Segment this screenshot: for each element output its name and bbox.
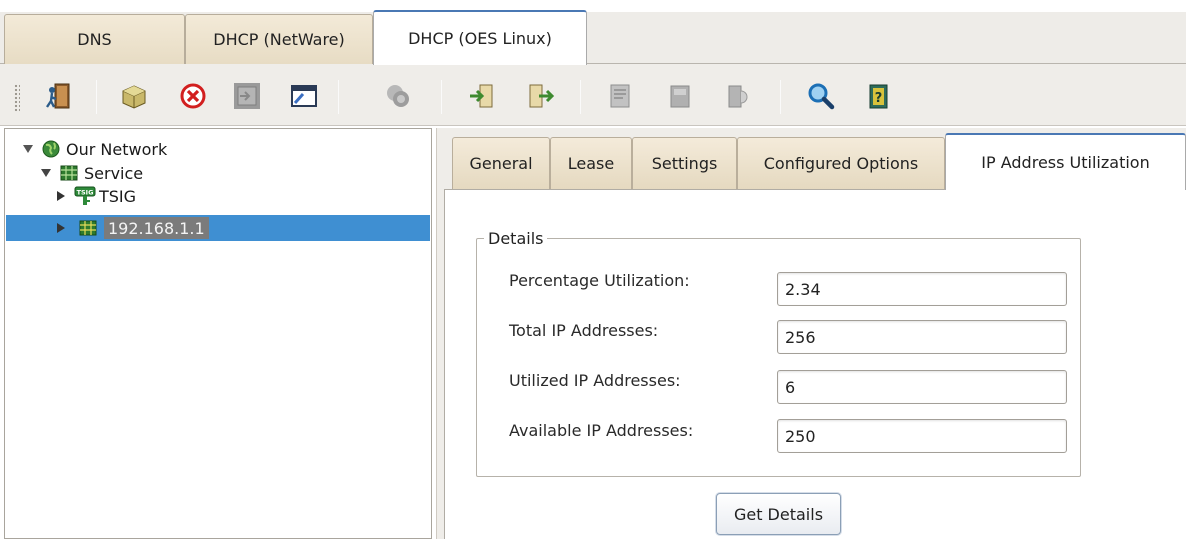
search-icon[interactable] [805, 80, 837, 112]
tab-general[interactable]: General [452, 137, 550, 189]
utilized-ip-addresses-field[interactable]: 6 [777, 370, 1067, 404]
expand-toggle-icon[interactable] [57, 191, 65, 201]
utilized-ip-addresses-label: Utilized IP Addresses: [509, 371, 681, 390]
import-icon[interactable] [231, 80, 263, 112]
tree-node-our-network[interactable]: Our Network [23, 137, 167, 161]
tab-configured-options[interactable]: Configured Options [737, 137, 945, 189]
tree-node-subnet[interactable]: 192.168.1.1 [57, 216, 209, 240]
subnet-icon [79, 220, 97, 236]
top-tab-bar: DNS DHCP (NetWare) DHCP (OES Linux) [0, 0, 1186, 65]
move-out-icon[interactable] [524, 80, 556, 112]
tree-node-service[interactable]: Service [41, 161, 143, 185]
svg-text:?: ? [875, 91, 883, 106]
globe-icon [42, 140, 60, 158]
toolbar-separator [441, 80, 442, 114]
get-details-button[interactable]: Get Details [716, 493, 841, 535]
network-tree: Our Network Service TSIG TSIG 192.168.1.… [4, 128, 432, 539]
available-ip-addresses-label: Available IP Addresses: [509, 421, 694, 440]
move-in-icon[interactable] [466, 80, 498, 112]
tab-settings[interactable]: Settings [632, 137, 737, 189]
exit-icon[interactable] [42, 80, 74, 112]
tree-label-tsig: TSIG [99, 186, 137, 206]
tree-label-subnet: 192.168.1.1 [104, 217, 209, 239]
tree-label-our-network: Our Network [66, 139, 168, 159]
expand-toggle-icon[interactable] [23, 145, 33, 153]
total-ip-addresses-label: Total IP Addresses: [509, 321, 659, 340]
tab-dhcp-oes-linux[interactable]: DHCP (OES Linux) [373, 10, 587, 65]
available-ip-addresses-field[interactable]: 250 [777, 419, 1067, 453]
expand-toggle-icon[interactable] [41, 169, 51, 177]
create-object-icon[interactable] [118, 80, 150, 112]
delete-icon[interactable] [177, 80, 209, 112]
toolbar-grip[interactable] [14, 84, 20, 112]
total-ip-addresses-field[interactable]: 256 [777, 320, 1067, 354]
toolbar-separator [338, 80, 339, 114]
percentage-utilization-label: Percentage Utilization: [509, 271, 690, 290]
tree-label-service: Service [84, 163, 144, 183]
details-legend: Details [484, 229, 548, 248]
book-icon[interactable] [664, 80, 696, 112]
tab-dhcp-netware[interactable]: DHCP (NetWare) [185, 14, 373, 64]
report-icon[interactable] [604, 80, 636, 112]
percentage-utilization-field[interactable]: 2.34 [777, 272, 1067, 306]
expand-toggle-icon[interactable] [57, 223, 65, 233]
toolbar-separator [780, 80, 781, 114]
tree-node-tsig[interactable]: TSIG TSIG [57, 184, 136, 208]
tab-ip-address-utilization[interactable]: IP Address Utilization [945, 133, 1186, 190]
toolbar: ? [0, 64, 1186, 126]
audit-icon[interactable] [722, 80, 754, 112]
toolbar-separator [580, 80, 581, 114]
tab-lease[interactable]: Lease [550, 137, 632, 189]
toolbar-separator [96, 80, 97, 114]
service-icon [60, 165, 78, 181]
help-icon[interactable]: ? [862, 80, 894, 112]
svg-text:TSIG: TSIG [77, 189, 94, 197]
window-icon[interactable] [288, 80, 320, 112]
tsig-key-icon: TSIG [74, 186, 96, 206]
tab-dns[interactable]: DNS [4, 14, 185, 64]
copy-icon[interactable] [382, 80, 414, 112]
